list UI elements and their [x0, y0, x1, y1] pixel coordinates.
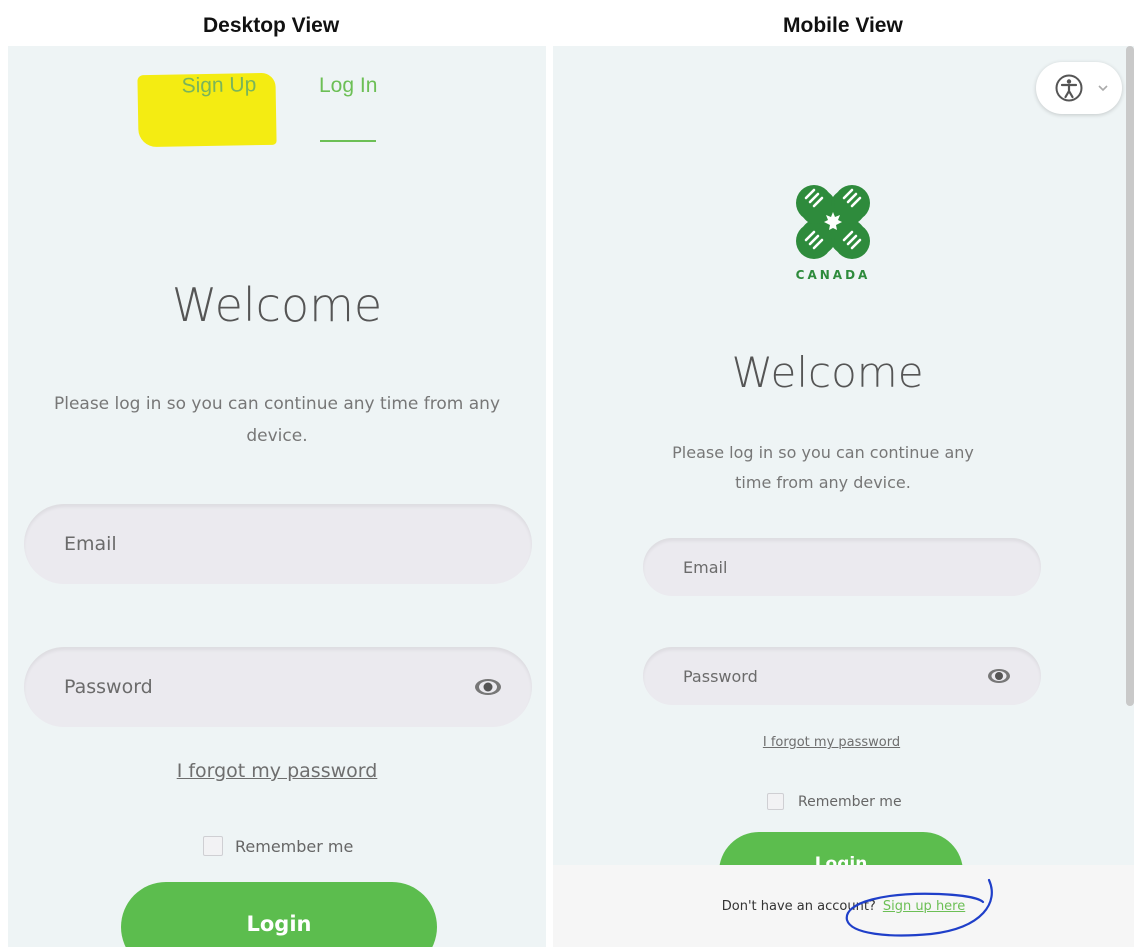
four-h-clover-logo: CANADA: [796, 185, 871, 282]
tab-sign-up[interactable]: Sign Up: [137, 72, 277, 148]
page-subtitle: Please log in so you can continue any ti…: [553, 438, 1093, 498]
eye-icon[interactable]: [987, 668, 1011, 684]
email-input[interactable]: [681, 556, 1041, 578]
logo-text: CANADA: [796, 268, 871, 282]
forgot-password-link[interactable]: I forgot my password: [763, 735, 900, 750]
email-input[interactable]: [62, 532, 532, 556]
subtitle-line-1: Please log in so you can continue any: [672, 443, 974, 462]
remember-me-checkbox[interactable]: [767, 793, 784, 810]
desktop-view-panel: Sign Up Log In Welcome Please log in so …: [8, 46, 546, 947]
remember-me-row: Remember me: [767, 793, 902, 810]
password-field[interactable]: [643, 647, 1041, 705]
auth-tabs: Sign Up Log In: [8, 46, 546, 156]
subtitle-line-1: Please log in so you can continue any ti…: [53, 394, 501, 414]
remember-me-label: Remember me: [235, 836, 354, 856]
active-tab-indicator: [320, 140, 376, 142]
password-input[interactable]: [62, 675, 532, 699]
email-field[interactable]: [643, 538, 1041, 596]
annotation-circle: [845, 878, 993, 937]
mobile-view-panel: CANADA Welcome Please log in so you can …: [553, 46, 1134, 947]
eye-icon[interactable]: [474, 678, 502, 696]
page-title: Welcome: [731, 348, 924, 397]
forgot-password-link[interactable]: I forgot my password: [177, 760, 378, 782]
forgot-password-row: I forgot my password: [553, 734, 1122, 750]
forgot-password-row: I forgot my password: [8, 760, 546, 783]
login-button[interactable]: Login: [121, 882, 437, 947]
accessibility-icon: [1055, 74, 1083, 102]
password-field[interactable]: [24, 647, 532, 727]
remember-me-checkbox[interactable]: [203, 836, 223, 856]
mobile-view-heading: Mobile View: [783, 14, 903, 37]
accessibility-menu-button[interactable]: [1036, 62, 1122, 114]
remember-me-row: Remember me: [203, 836, 353, 856]
tab-log-in[interactable]: Log In: [319, 74, 377, 98]
subtitle-line-2: device.: [246, 426, 308, 446]
email-field[interactable]: [24, 504, 532, 584]
page-subtitle: Please log in so you can continue any ti…: [8, 388, 546, 452]
subtitle-line-2: time from any device.: [735, 473, 911, 492]
tab-sign-up-label: Sign Up: [181, 73, 257, 98]
remember-me-label: Remember me: [798, 793, 902, 810]
scrollbar[interactable]: [1126, 46, 1134, 706]
chevron-down-icon: [1098, 85, 1108, 92]
desktop-view-heading: Desktop View: [203, 14, 340, 37]
page-title: Welcome: [171, 278, 383, 332]
